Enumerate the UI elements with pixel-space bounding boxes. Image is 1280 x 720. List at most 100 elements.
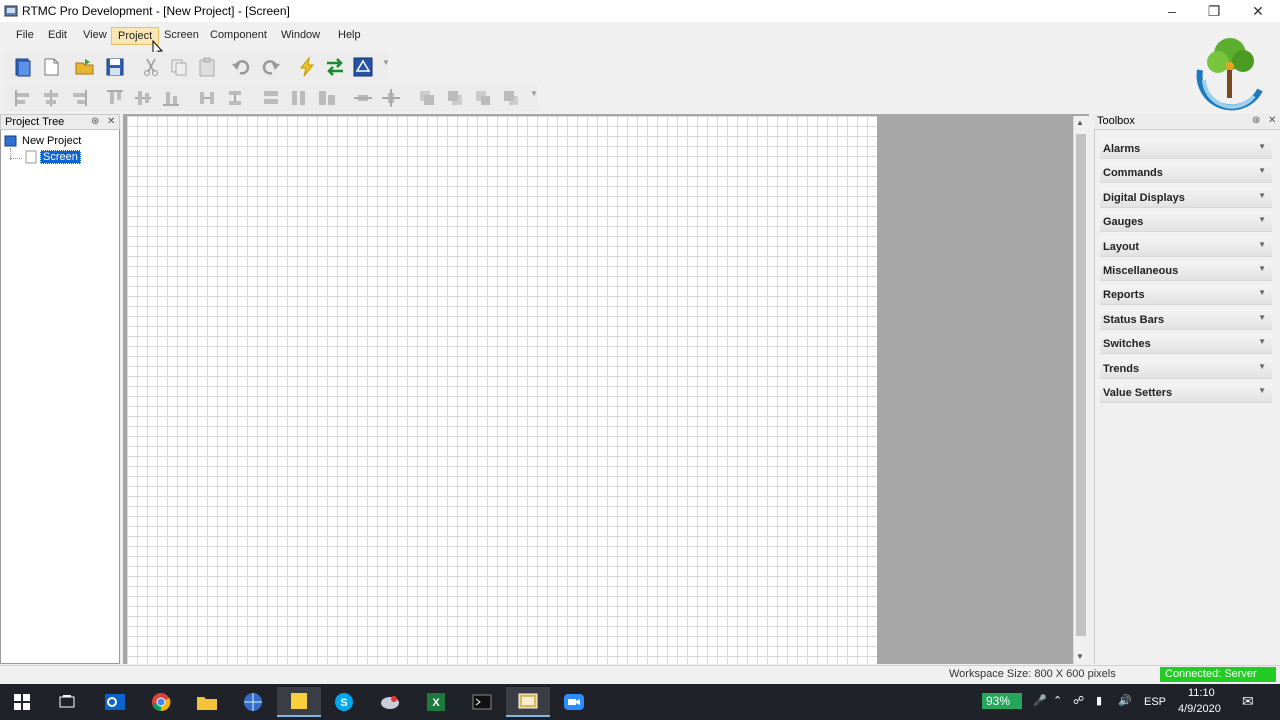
undo-icon[interactable] <box>230 56 252 78</box>
paste-icon[interactable] <box>196 56 218 78</box>
toolbox-category-switches[interactable]: Switches ▼ <box>1100 334 1272 354</box>
new-screen-icon[interactable] <box>40 56 62 78</box>
same-width-icon[interactable] <box>260 87 282 109</box>
bring-front-icon[interactable] <box>416 87 438 109</box>
align-middle-icon[interactable] <box>132 87 154 109</box>
toolbar-grip[interactable]: ▼ <box>530 89 538 109</box>
menu-component[interactable]: Component <box>204 27 273 45</box>
toolbox-category-miscellaneous[interactable]: Miscellaneous ▼ <box>1100 261 1272 281</box>
terminal-icon[interactable] <box>460 687 504 717</box>
scrollbar-thumb[interactable] <box>1076 134 1086 636</box>
chevron-down-icon: ▼ <box>1258 142 1266 151</box>
category-label: Reports <box>1103 289 1145 301</box>
language-indicator[interactable]: ESP <box>1144 696 1166 708</box>
run-mode-icon[interactable] <box>352 56 374 78</box>
center-vertical-icon[interactable] <box>380 87 402 109</box>
space-horizontal-icon[interactable] <box>196 87 218 109</box>
category-label: Status Bars <box>1103 314 1165 326</box>
toolbar-grip[interactable]: ▼ <box>382 58 390 78</box>
menu-window[interactable]: Window <box>275 27 326 45</box>
align-top-icon[interactable] <box>104 87 126 109</box>
toolbox-category-commands[interactable]: Commands ▼ <box>1100 163 1272 183</box>
same-size-icon[interactable] <box>316 87 338 109</box>
chrome-icon[interactable] <box>139 687 183 717</box>
send-backward-icon[interactable] <box>500 87 522 109</box>
task-view-icon[interactable] <box>45 687 89 717</box>
outlook-icon[interactable] <box>93 687 137 717</box>
chevron-up-icon[interactable]: ⌃ <box>1053 694 1062 707</box>
menu-screen[interactable]: Screen <box>158 27 205 45</box>
bring-forward-icon[interactable] <box>472 87 494 109</box>
align-right-icon[interactable] <box>68 87 90 109</box>
chevron-down-icon: ▼ <box>1258 215 1266 224</box>
menu-view[interactable]: View <box>77 27 113 45</box>
close-icon[interactable]: ✕ <box>1268 115 1276 126</box>
same-height-icon[interactable] <box>288 87 310 109</box>
space-vertical-icon[interactable] <box>224 87 246 109</box>
zoom-icon[interactable] <box>552 687 596 717</box>
volume-icon[interactable]: 🔊 <box>1118 694 1132 707</box>
browser-globe-icon[interactable] <box>231 687 275 717</box>
toolbox-category-gauges[interactable]: Gauges ▼ <box>1100 212 1272 232</box>
toolbox-category-alarms[interactable]: Alarms ▼ <box>1100 139 1272 159</box>
chevron-down-icon: ▼ <box>1258 240 1266 249</box>
connection-status-badge: Connected: Server <box>1160 667 1276 682</box>
cut-icon[interactable] <box>140 56 162 78</box>
windows-start-icon[interactable] <box>0 687 44 717</box>
category-label: Commands <box>1103 167 1163 179</box>
pin-icon[interactable]: ⊛ <box>1252 115 1260 126</box>
file-explorer-icon[interactable] <box>185 687 229 717</box>
project-icon <box>4 135 17 147</box>
standard-toolbar: ▼ <box>4 52 390 80</box>
minimize-button[interactable]: – <box>1150 0 1194 22</box>
lightning-icon[interactable] <box>296 56 318 78</box>
open-folder-icon[interactable] <box>74 56 96 78</box>
notifications-icon[interactable]: ✉ <box>1242 693 1254 710</box>
rtmc-app-icon[interactable] <box>506 687 550 717</box>
chevron-down-icon: ▼ <box>1258 386 1266 395</box>
align-left-icon[interactable] <box>12 87 34 109</box>
send-back-icon[interactable] <box>444 87 466 109</box>
toolbox-category-status-bars[interactable]: Status Bars ▼ <box>1100 310 1272 330</box>
restore-button[interactable]: ❐ <box>1192 0 1236 22</box>
network-icon[interactable]: ☍ <box>1073 694 1084 707</box>
copy-icon[interactable] <box>168 56 190 78</box>
align-center-icon[interactable] <box>40 87 62 109</box>
power-icon[interactable]: ▮ <box>1096 694 1102 707</box>
category-label: Digital Displays <box>1103 192 1185 204</box>
tree-node-project[interactable]: New Project <box>4 133 81 149</box>
scroll-down-icon[interactable]: ▼ <box>1076 652 1084 661</box>
skype-icon[interactable]: S <box>322 687 366 717</box>
close-icon[interactable]: ✕ <box>107 116 115 127</box>
save-icon[interactable] <box>104 56 126 78</box>
tree-node-screen[interactable]: Screen <box>24 150 81 164</box>
toolbox-category-layout[interactable]: Layout ▼ <box>1100 237 1272 257</box>
align-bottom-icon[interactable] <box>160 87 182 109</box>
taskbar: S X <box>0 684 1280 720</box>
toolbox-category-digital-displays[interactable]: Digital Displays ▼ <box>1100 188 1272 208</box>
center-horizontal-icon[interactable] <box>352 87 374 109</box>
battery-percentage[interactable]: 93% <box>982 693 1022 709</box>
transfer-arrows-icon[interactable] <box>324 56 346 78</box>
toolbox-category-reports[interactable]: Reports ▼ <box>1100 285 1272 305</box>
pin-icon[interactable]: ⊛ <box>91 116 99 127</box>
clock-time[interactable]: 11:10 <box>1188 687 1215 699</box>
toolbox-category-value-setters[interactable]: Value Setters ▼ <box>1100 383 1272 403</box>
redo-icon[interactable] <box>260 56 282 78</box>
clock-date[interactable]: 4/9/2020 <box>1178 703 1221 715</box>
screen-canvas[interactable] <box>127 116 877 664</box>
menu-help[interactable]: Help <box>332 27 367 45</box>
scroll-up-icon[interactable]: ▲ <box>1076 118 1084 127</box>
sticky-notes-icon[interactable] <box>277 687 321 717</box>
category-label: Value Setters <box>1103 387 1173 399</box>
toolbox-category-trends[interactable]: Trends ▼ <box>1100 359 1272 379</box>
chevron-down-icon: ▼ <box>1258 313 1266 322</box>
close-button[interactable]: ✕ <box>1236 0 1280 22</box>
category-label: Trends <box>1103 363 1140 375</box>
menu-edit[interactable]: Edit <box>42 27 73 45</box>
excel-icon[interactable]: X <box>414 687 458 717</box>
microphone-icon[interactable]: 🎤 <box>1033 694 1047 707</box>
new-project-icon[interactable] <box>12 56 34 78</box>
menu-file[interactable]: File <box>10 27 40 45</box>
app-cloud-icon[interactable] <box>368 687 412 717</box>
